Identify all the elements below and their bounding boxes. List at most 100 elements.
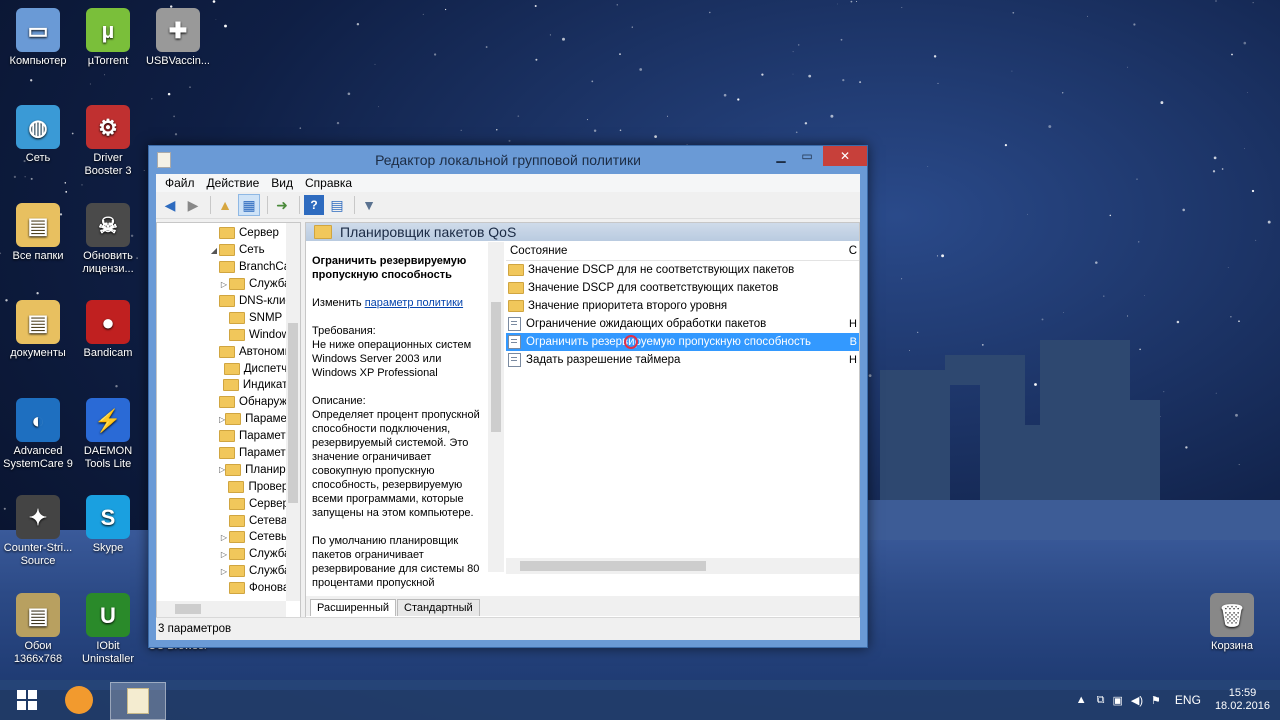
tree-item[interactable]: ▷Планировщик [157,461,300,478]
desktop-icon-label: Сеть [25,152,51,164]
star [1244,148,1246,149]
tree-item[interactable]: Windows [157,326,300,343]
show-hidden-icons-icon[interactable]: ▲ [1076,694,1087,706]
tree-item[interactable]: Автономные [157,343,300,360]
title-bar[interactable]: Редактор локальной групповой политики ▁ … [149,146,867,173]
tree-item[interactable]: Сервер [157,495,300,512]
star [30,79,33,82]
tree-item[interactable]: Проверка [157,478,300,495]
menu-bar: Файл Действие Вид Справка [156,174,860,192]
tree-item[interactable]: Обнаружение [157,394,300,411]
language-indicator[interactable]: ENG [1175,693,1201,707]
menu-help[interactable]: Справка [299,176,358,190]
desktop-icon[interactable]: ✚ USBVaccin... [140,8,216,68]
star [901,7,903,9]
list-item[interactable]: Ограничить резервируемую пропускную спос… [506,333,859,351]
tree-item[interactable]: ▷ Параметры [157,411,300,428]
tree-item[interactable]: ▷ Служба [157,546,300,563]
export-list-icon[interactable]: ➜ [272,195,292,215]
description-scrollbar[interactable] [488,242,504,572]
tab-extended[interactable]: Расширенный [310,599,396,616]
desktop-icon[interactable]: ▭ Компьютер [0,8,76,68]
column-comment[interactable]: С [845,245,857,257]
back-icon[interactable]: ◀ [160,195,180,215]
desktop-icon[interactable]: ◐ Advanced SystemCare 9 [0,398,76,471]
uc-browser-taskbar-icon[interactable] [56,682,102,718]
tray-flag-icon[interactable]: ⚑ [1151,694,1161,707]
policy-editor-taskbar-icon[interactable] [110,682,166,720]
tree-item[interactable]: Параметры [157,445,300,462]
desktop-icon[interactable]: U IObit Uninstaller [70,593,146,666]
desktop-icon[interactable]: ⚡ DAEMON Tools Lite [70,398,146,471]
start-button[interactable] [4,682,50,718]
desktop-icon[interactable]: ☠ Обновить лицензи... [70,203,146,276]
tree-item[interactable]: Сетевая [157,512,300,529]
star [1103,295,1105,297]
tree-item[interactable]: Фоновая [157,580,300,597]
edit-policy-link[interactable]: параметр политики [365,297,463,309]
clock[interactable]: 15:59 18.02.2016 [1215,687,1270,713]
desktop-icon[interactable]: ✦ Counter-Stri... Source [0,495,76,568]
desktop-icon[interactable]: S Skype [70,495,146,555]
desktop-icon[interactable]: ▤ документы [0,300,76,360]
menu-file[interactable]: Файл [159,176,201,190]
tree-item[interactable]: DNS-клиент [157,293,300,310]
bandicam-icon: ● [86,300,130,344]
tree-item[interactable]: SNMP [157,309,300,326]
policy-setting-icon [508,317,521,331]
menu-action[interactable]: Действие [201,176,266,190]
tab-standard[interactable]: Стандартный [397,599,480,616]
minimize-button[interactable]: ▁ [767,146,795,166]
tree-vertical-scrollbar[interactable] [286,223,300,601]
expand-arrow-icon[interactable]: ▷ [219,567,229,576]
maximize-button[interactable]: ▭ [793,146,821,166]
tree-item[interactable]: BranchCache [157,259,300,276]
list-item[interactable]: Значение DSCP для не соответствующих пак… [506,261,859,279]
properties-icon[interactable]: ▤ [327,195,347,215]
folder-icon [508,282,524,294]
desktop-icon[interactable]: ◍ Сеть [0,105,76,165]
desktop-icon[interactable]: µ µTorrent [70,8,146,68]
tree-item[interactable]: Сервер [157,225,300,242]
menu-view[interactable]: Вид [265,176,299,190]
tree-horizontal-scrollbar[interactable] [157,601,286,617]
forward-icon[interactable]: ▶ [183,195,203,215]
tray-network-icon[interactable]: ▣ [1113,694,1123,707]
list-item[interactable]: Значение DSCP для соответствующих пакето… [506,279,859,297]
tree-item[interactable]: ▷ Служба [157,276,300,293]
expand-arrow-icon[interactable]: ◢ [209,246,219,255]
desktop-icon[interactable]: ● Bandicam [70,300,146,360]
tree-item[interactable]: ▷ Служба [157,563,300,580]
tree-item[interactable]: Диспетчер [157,360,300,377]
list-item-label: Значение DSCP для не соответствующих пак… [528,264,795,276]
list-item[interactable]: Ограничение ожидающих обработки пакетов Н [506,315,859,333]
list-item[interactable]: Значение приоритета второго уровня [506,297,859,315]
star [1243,41,1247,45]
tree-item[interactable]: Индикатор [157,377,300,394]
tree-item[interactable]: ◢ Сеть [157,242,300,259]
filter-icon[interactable]: ▼ [359,195,379,215]
expand-arrow-icon[interactable]: ▷ [219,280,229,289]
star [937,82,939,84]
desktop-icon[interactable]: ⚙ Driver Booster 3 [70,105,146,178]
policy-tree[interactable]: Сервер ◢ Сеть BranchCache ▷ Служба DNS-клиентS… [156,222,301,618]
desktop-icon[interactable]: ▤ Обои 1366x768 [0,593,76,666]
desktop-icon[interactable]: ▤ Все папки [0,203,76,263]
close-button[interactable]: ✕ [823,146,867,166]
list-item[interactable]: Задать разрешение таймера Н [506,351,859,369]
tray-volume-icon[interactable]: ◀) [1131,694,1143,707]
column-state[interactable]: Состояние [506,245,567,257]
star [654,135,657,138]
desktop-icon[interactable]: 🗑 Корзина [1194,593,1270,653]
expand-arrow-icon[interactable]: ▷ [219,533,229,542]
desktop-icon-label: USBVaccin... [146,55,210,67]
help-icon[interactable]: ? [304,195,324,215]
up-folder-icon[interactable]: ▲ [215,195,235,215]
tree-item[interactable]: Параметры [157,428,300,445]
tree-item[interactable]: ▷ Сетевые [157,529,300,546]
star [1255,239,1257,241]
list-horizontal-scrollbar[interactable] [506,558,859,574]
tray-device-icon[interactable]: ⧉ [1097,694,1105,707]
show-hide-tree-icon[interactable]: ▦ [238,194,260,216]
expand-arrow-icon[interactable]: ▷ [219,550,229,559]
